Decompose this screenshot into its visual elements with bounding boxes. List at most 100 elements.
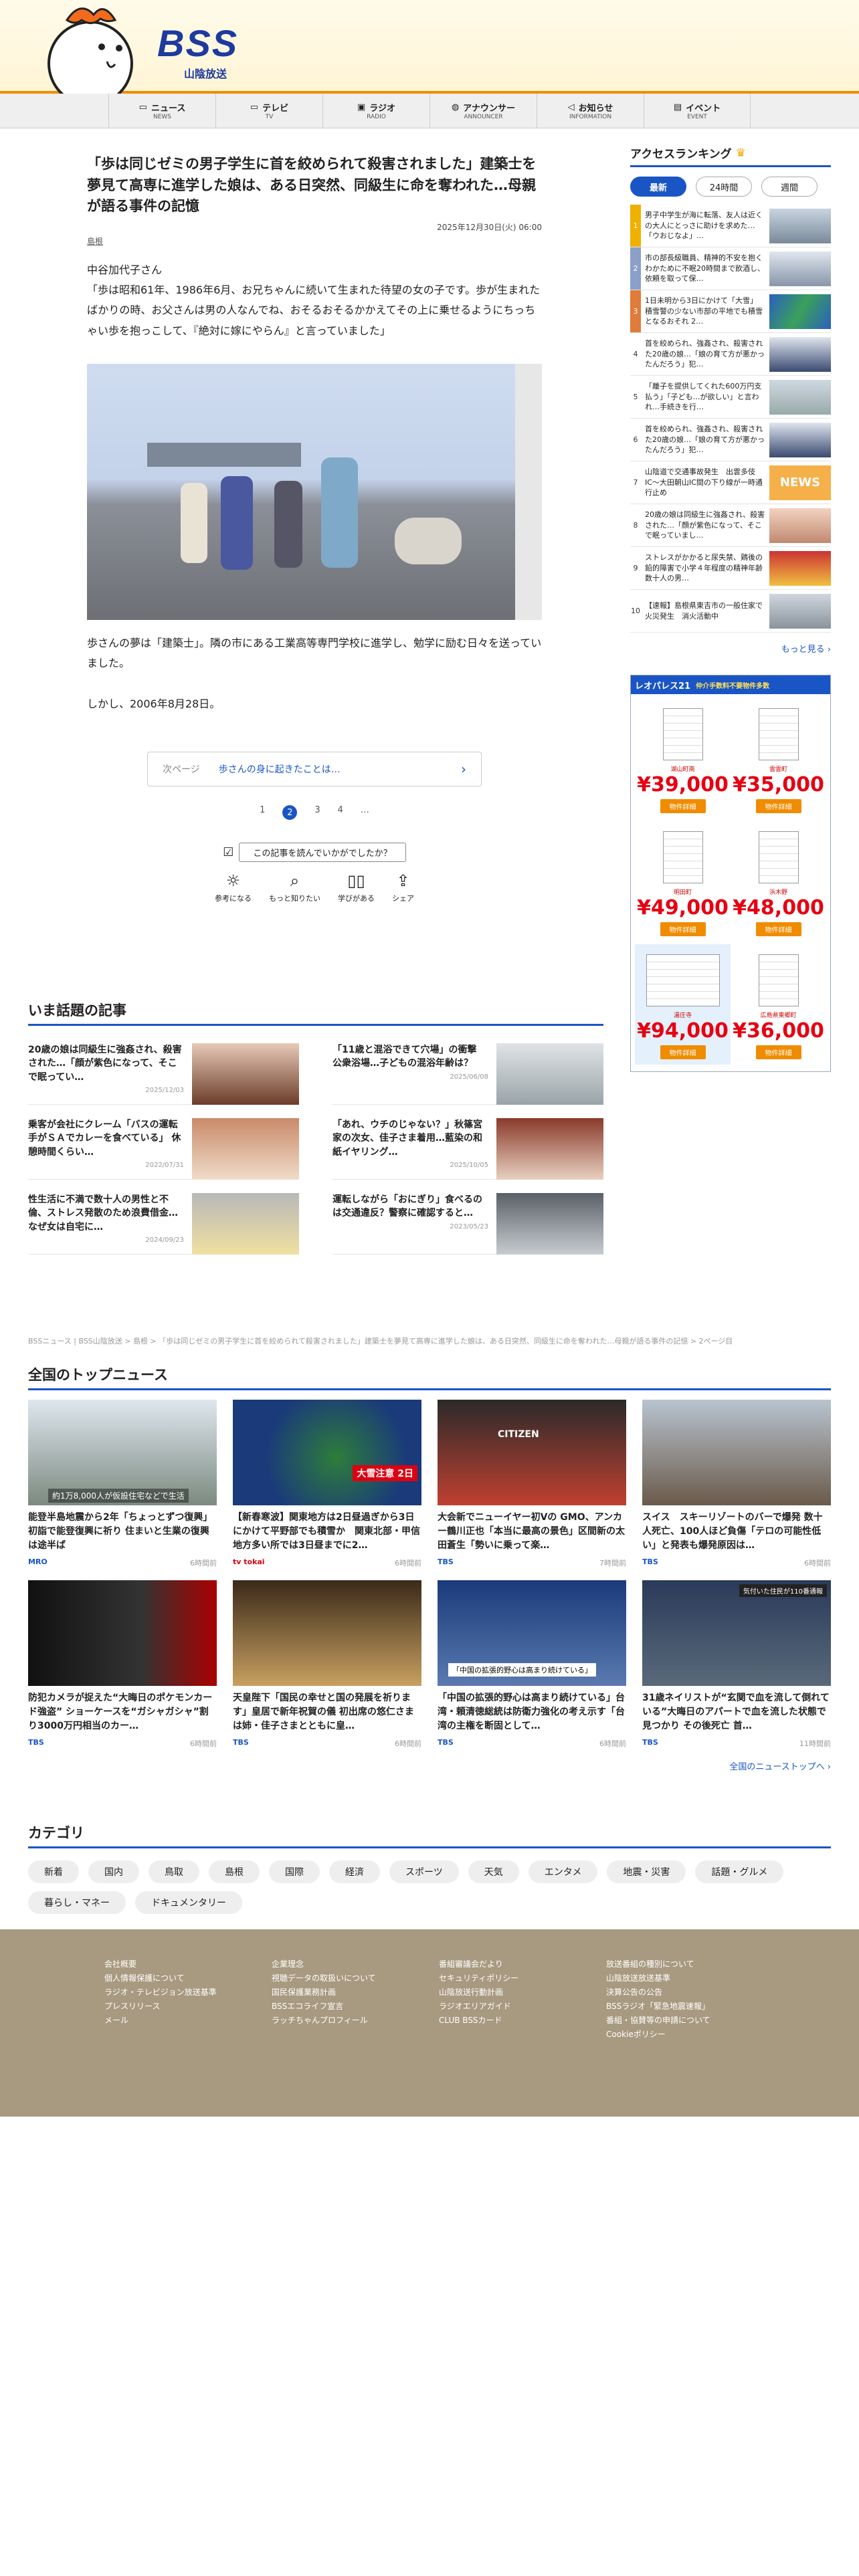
ranking-thumbnail [769, 379, 831, 415]
category-chip[interactable]: エンタメ [528, 1860, 598, 1883]
category-chip[interactable]: 鳥取 [149, 1860, 199, 1883]
reaction-want-more-button[interactable]: ⌕ もっと知りたい [269, 871, 320, 903]
ad-listing[interactable]: 明田町 ¥49,000 物件詳細 [635, 821, 731, 942]
news-card[interactable]: 防犯カメラが捉えた“大晦日のポケモンカード強盗” ショーケースを“ガシャガシャ”… [28, 1580, 217, 1749]
footer-link[interactable]: 会社概要 [104, 1957, 272, 1971]
ranking-thumbnail [769, 336, 831, 372]
footer-link[interactable]: 視聴データの取扱いについて [272, 1971, 439, 1985]
footer-link[interactable]: ラジオエリアガイド [439, 2000, 606, 2014]
breadcrumb[interactable]: BSSニュース | BSS山陰放送 > 島根 > 「歩は同じゼミの男子学生に首を… [28, 1335, 831, 1346]
trending-item[interactable]: 「11歳と混浴できて穴場」の衝撃 公衆浴場…子どもの混浴年齢は？ 2025/06/… [332, 1043, 603, 1105]
ad-listing[interactable]: 雲雲町 ¥35,000 物件詳細 [731, 698, 826, 819]
footer-link[interactable]: CLUB BSSカード [439, 2014, 606, 2028]
next-page-title: 歩さんの身に起きたことは… [218, 764, 341, 776]
tab-weekly[interactable]: 週間 [761, 177, 818, 197]
news-card[interactable]: 大雪注意 2日 【新春寒波】関東地方は2日昼過ぎから3日にかけて平野部でも積雪か … [233, 1400, 421, 1568]
category-chip[interactable]: 島根 [209, 1860, 260, 1883]
trending-item[interactable]: 20歳の娘は同級生に強姦され、殺害された…「顔が紫色になって、そこで眠ってい… 2… [28, 1043, 299, 1105]
ranking-item[interactable]: 6 首を絞められ、強姦され、殺害された20歳の娘…「娘の育て方が悪かったんだろう」… [630, 419, 831, 461]
trending-item[interactable]: 性生活に不満で数十人の男性と不倫、ストレス発散のため浪費借金…なぜ女は自宅に… 2… [28, 1193, 299, 1255]
ranking-more-link[interactable]: もっと見る › [630, 642, 831, 655]
reaction-learning-button[interactable]: ▯▯ 学びがある [338, 871, 375, 903]
category-chip[interactable]: 天気 [468, 1860, 519, 1883]
footer-link[interactable]: BSSエコライフ宣言 [272, 2000, 439, 2014]
footer-link[interactable]: 山陰放送行動計画 [439, 1985, 606, 2000]
trending-item[interactable]: 乗客が会社にクレーム「バスの運転手がＳＡでカレーを食べている」 休憩時間くらい…… [28, 1118, 299, 1180]
footer-link[interactable]: 企業理念 [272, 1957, 439, 1971]
ranking-item[interactable]: 7 山陰道で交通事故発生 出雲多伎IC〜大田朝山IC間の下り線が一時通行止め NEW… [630, 461, 831, 504]
ranking-item[interactable]: 1 男子中学生が海に転落、友人は近くの大人にとっさに助けを求めた…「ウおじなよ」… [630, 205, 831, 247]
floorplan-image [758, 831, 799, 883]
footer-link[interactable]: 番組審議会だより [439, 1957, 606, 1971]
news-card[interactable]: 約1万8,000人が仮設住宅などで生活 能登半島地震から2年「ちょっとずつ復興」初… [28, 1400, 217, 1568]
ad-listing[interactable]: 浜木野 ¥48,000 物件詳細 [731, 821, 826, 942]
footer-link[interactable]: ラッチちゃんプロフィール [272, 2014, 439, 2028]
footer-link[interactable]: 国民保護業務計画 [272, 1985, 439, 2000]
footer-link[interactable]: メール [104, 2014, 272, 2028]
ad-listing[interactable]: 広島県東郷町 ¥36,000 物件詳細 [731, 944, 826, 1065]
tab-24h[interactable]: 24時間 [696, 177, 752, 197]
category-chip[interactable]: スポーツ [389, 1860, 459, 1883]
footer-link[interactable]: 番組・協賛等の申請について [606, 2014, 773, 2028]
news-card[interactable]: 天皇陛下「国民の幸せと国の発展を祈ります」皇居で新年祝賀の儀 初出席の悠仁さまは… [233, 1580, 421, 1749]
footer-link[interactable]: セキュリティポリシー [439, 1971, 606, 1985]
listing-detail-button[interactable]: 物件詳細 [660, 799, 706, 813]
ranking-item[interactable]: 9 ストレスがかかると尿失禁、鶏後の鉛的障害で小学４年程度の精神年齢 数十人の男… [630, 547, 831, 590]
footer-link[interactable]: BSSラジオ「緊急地震速報」 [606, 2000, 773, 2014]
category-chip[interactable]: ドキュメンタリー [135, 1891, 242, 1914]
footer-link[interactable]: 決算公告の公告 [606, 1985, 773, 2000]
news-card[interactable]: スイス スキーリゾートのバーで爆発 数十人死亡、100人ほど負傷「テロの可能性低… [642, 1400, 831, 1568]
top-news-more-link[interactable]: 全国のニューストップへ › [28, 1759, 831, 1772]
trending-item[interactable]: 運転しながら「おにぎり」食べるのは交通違反？警察に確認すると… 2023/05/2… [332, 1193, 603, 1255]
ranking-item[interactable]: 2 市の部長級職員、精神的不安を抱くわかために不眠20時間まで飲酒し、依頼を取って… [630, 247, 831, 290]
footer-link[interactable]: ラジオ・テレビジョン放送基準 [104, 1985, 272, 2000]
category-chip[interactable]: 暮らし・マネー [28, 1891, 126, 1914]
trending-item[interactable]: 「あれ、ウチのじゃない？」秋篠宮家の次女、佳子さま着用…藍染の和紙イヤリング… 2… [332, 1118, 603, 1180]
news-card[interactable]: 気付いた住民が110番通報 31歳ネイリストが“玄関で血を流して倒れている”大晦日… [642, 1580, 831, 1749]
ranking-item[interactable]: 5 「離子を提供してくれた600万円支払う」「子ども…が欲しい」と言われ…手続きを… [630, 376, 831, 419]
category-chip[interactable]: 国際 [269, 1860, 320, 1883]
article-photo [87, 364, 542, 621]
share-button[interactable]: ⇪ シェア [392, 871, 414, 903]
category-chip[interactable]: 地震・災害 [607, 1860, 686, 1883]
category-chip[interactable]: 話題・グルメ [695, 1860, 784, 1883]
bss-logo[interactable]: BSS 山陰放送 [157, 21, 238, 81]
reaction-useful-button[interactable]: ☼ 参考になる [215, 871, 252, 903]
footer-link[interactable]: 山陰放送放送基準 [606, 1971, 773, 1985]
article-category-link[interactable]: 島根 [87, 235, 542, 247]
nav-item-announcer[interactable]: ◍ アナウンサー ANNOUNCER [430, 94, 537, 128]
ad-listing[interactable]: 湖山町南 ¥39,000 物件詳細 [635, 698, 731, 819]
ranking-thumbnail [769, 251, 831, 286]
page-current: 2 [282, 805, 298, 821]
nav-item-radio[interactable]: ▣ ラジオ RADIO [322, 94, 430, 128]
footer-link[interactable]: Cookieポリシー [606, 2028, 773, 2042]
news-card[interactable]: CITIZEN 大会新でニューイヤー初Vの GMO、アンカー鶴川正也「本当に最高の… [438, 1400, 626, 1568]
ranking-item[interactable]: 8 20歳の娘は同級生に強姦され、殺害された…「顔が紫色になって、そこで眠っていま… [630, 504, 831, 547]
ranking-item[interactable]: 3 1日未明から3日にかけて「大雪」 積雪警の少ない市部の平地でも積雪となるおそれ… [630, 290, 831, 333]
listing-detail-button[interactable]: 物件詳細 [660, 1045, 706, 1059]
ad-listing[interactable]: 湯庄寺 ¥94,000 物件詳細 [635, 944, 731, 1065]
page-link[interactable]: 3 [314, 805, 320, 820]
nav-item-information[interactable]: ◁ お知らせ INFORMATION [537, 94, 644, 128]
footer-link[interactable]: プレスリリース [104, 2000, 272, 2014]
leopalace-ad[interactable]: レオパレス21 仲介手数料不要物件多数 湖山町南 ¥39,000 物件詳細 雲雲町 ¥3… [630, 675, 831, 1072]
page-link[interactable]: 1 [260, 805, 265, 820]
news-card[interactable]: 「中国の拡張的野心は高まり続けている」 「中国の拡張的野心は高まり続けている」台湾… [438, 1580, 626, 1749]
footer-link[interactable]: 放送番組の種別について [606, 1957, 773, 1971]
tab-latest[interactable]: 最新 [630, 177, 686, 197]
footer-link[interactable]: 個人情報保護について [104, 1971, 272, 1985]
category-chip[interactable]: 新着 [28, 1860, 79, 1883]
ranking-item[interactable]: 10 【速報】島根県東吉市の一般住家で火災発生 消火活動中 [630, 590, 831, 633]
nav-item-event[interactable]: ▤ イベント EVENT [644, 94, 751, 128]
listing-detail-button[interactable]: 物件詳細 [755, 1045, 801, 1059]
listing-detail-button[interactable]: 物件詳細 [755, 799, 801, 813]
ranking-item[interactable]: 4 首を絞められ、強姦され、殺害された20歳の娘…「娘の育て方が悪かったんだろう」… [630, 333, 831, 376]
category-chip[interactable]: 国内 [88, 1860, 139, 1883]
category-chip[interactable]: 経済 [329, 1860, 380, 1883]
listing-detail-button[interactable]: 物件詳細 [660, 922, 706, 936]
listing-detail-button[interactable]: 物件詳細 [755, 922, 801, 936]
nav-item-tv[interactable]: ▭ テレビ TV [215, 94, 322, 128]
next-page-link[interactable]: 次ページ 歩さんの身に起きたことは… › [147, 752, 482, 787]
page-link[interactable]: 4 [338, 805, 343, 820]
nav-item-news[interactable]: ▭ ニュース NEWS [108, 94, 215, 128]
